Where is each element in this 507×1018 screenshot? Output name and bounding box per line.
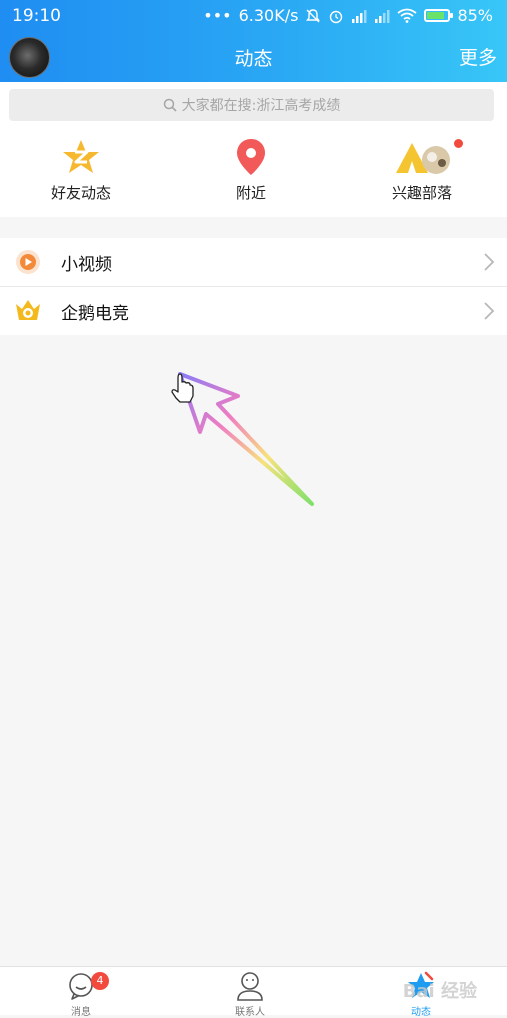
search-bar[interactable]: 大家都在搜:浙江高考成绩 bbox=[9, 89, 494, 121]
tab-label-moments: 动态 bbox=[411, 1007, 431, 1018]
page-title: 动态 bbox=[234, 48, 273, 70]
bell-muted-icon bbox=[306, 8, 321, 22]
bottom-tab-bar: 4 消息 联系人 动态 Bai 经验 bbox=[0, 966, 507, 1018]
wifi-icon bbox=[397, 8, 417, 23]
tab-messages[interactable]: 4 消息 bbox=[31, 970, 131, 1018]
list-item-short-video[interactable]: 小视频 bbox=[0, 238, 507, 286]
quick-label-friends: 好友动态 bbox=[50, 184, 111, 202]
video-play-icon bbox=[16, 250, 40, 274]
signal-2-icon bbox=[375, 9, 390, 23]
search-placeholder: 大家都在搜:浙江高考成绩 bbox=[181, 98, 341, 114]
search-area: 大家都在搜:浙江高考成绩 bbox=[0, 82, 507, 127]
list-label-short-video: 小视频 bbox=[61, 254, 112, 275]
tab-contacts[interactable]: 联系人 bbox=[200, 970, 300, 1018]
battery-percent: 85% bbox=[457, 6, 493, 25]
quick-entries: 好友动态 附近 兴趣部落 bbox=[0, 127, 507, 217]
tribe-tent-icon bbox=[396, 143, 450, 174]
esports-crown-icon bbox=[16, 300, 40, 320]
tab-label-contacts: 联系人 bbox=[235, 1007, 265, 1018]
app-header: 19:10 ••• 6.30K/s 85% 动态 更多 bbox=[0, 0, 507, 82]
contacts-person-icon bbox=[237, 972, 263, 1001]
chevron-right-icon bbox=[484, 302, 495, 320]
signal-icon bbox=[352, 9, 367, 23]
tab-label-messages: 消息 bbox=[71, 1007, 91, 1018]
status-bar: 19:10 ••• 6.30K/s 85% bbox=[0, 0, 507, 32]
new-dot-indicator bbox=[454, 139, 463, 148]
battery-icon bbox=[424, 9, 454, 22]
more-button[interactable]: 更多 bbox=[459, 43, 497, 70]
annotation-arrow bbox=[178, 372, 314, 506]
hand-cursor-icon bbox=[171, 373, 194, 403]
search-icon bbox=[163, 98, 177, 112]
watermark: Bai 经验 bbox=[402, 981, 477, 1002]
unread-badge: 4 bbox=[91, 972, 109, 990]
status-icons: ••• 6.30K/s 85% bbox=[203, 6, 493, 25]
nav-bar: 动态 更多 bbox=[0, 32, 507, 82]
status-time: 19:10 bbox=[12, 6, 61, 26]
location-pin-icon bbox=[237, 139, 265, 175]
chat-bubble-icon bbox=[69, 973, 93, 1000]
quick-label-tribe: 兴趣部落 bbox=[391, 184, 452, 202]
list-item-esports[interactable]: 企鹅电竞 bbox=[0, 286, 507, 335]
list-label-esports: 企鹅电竞 bbox=[61, 303, 129, 324]
feature-list: 小视频 企鹅电竞 bbox=[0, 238, 507, 335]
quick-nearby[interactable]: 附近 bbox=[186, 137, 316, 203]
net-speed: 6.30K/s bbox=[238, 6, 299, 25]
alarm-icon bbox=[330, 10, 343, 23]
quick-interest-tribe[interactable]: 兴趣部落 bbox=[357, 137, 487, 203]
qzone-star-icon bbox=[63, 140, 99, 173]
more-dots-icon: ••• bbox=[203, 6, 232, 25]
quick-friends-feed[interactable]: 好友动态 bbox=[16, 137, 146, 203]
chevron-right-icon bbox=[484, 253, 495, 271]
quick-label-nearby: 附近 bbox=[235, 184, 266, 202]
